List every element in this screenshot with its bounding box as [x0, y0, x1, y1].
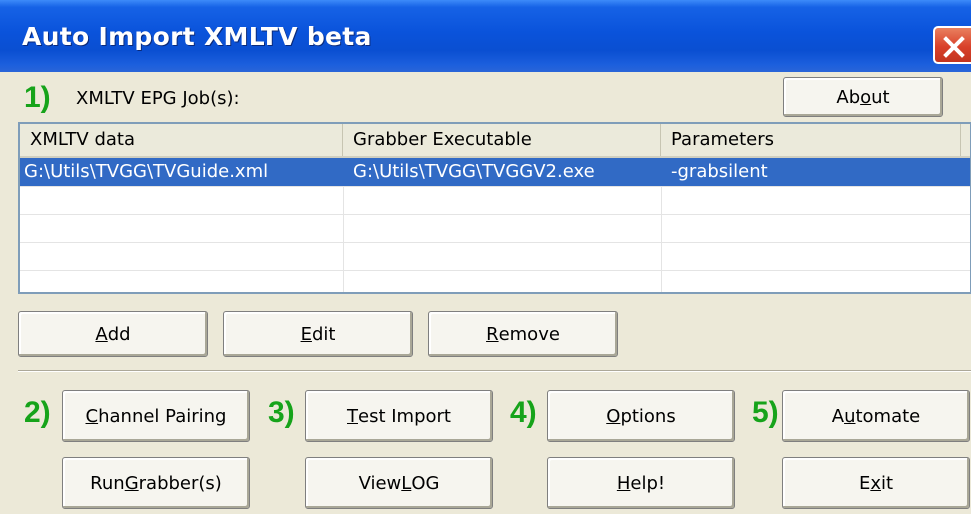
view-log-button[interactable]: View L OG: [305, 457, 493, 509]
table-row[interactable]: G:\Utils\TVGG\TVGuide.xml G:\Utils\TVGG\…: [20, 158, 970, 186]
options-button[interactable]: Options: [547, 390, 735, 442]
cell-xmltv-data: G:\Utils\TVGG\TVGuide.xml: [24, 161, 269, 182]
step-2-number: 2): [24, 396, 51, 429]
column-header-xmltv-data[interactable]: XMLTV data: [20, 124, 343, 156]
about-button[interactable]: Ab o ut: [783, 77, 943, 117]
add-button[interactable]: Add: [18, 311, 208, 357]
exit-button[interactable]: Ex it: [782, 457, 970, 509]
jobs-label: XMLTV EPG Job(s):: [76, 88, 240, 109]
separator: [18, 370, 971, 372]
grid-line: [20, 270, 970, 271]
grid-line: [20, 242, 970, 243]
cell-parameters: -grabsilent: [671, 161, 768, 182]
step-5-number: 5): [752, 396, 779, 429]
jobs-list[interactable]: XMLTV data Grabber Executable Parameters…: [18, 122, 971, 294]
close-icon: [943, 36, 965, 58]
column-header-grabber-executable[interactable]: Grabber Executable: [343, 124, 661, 156]
grid-line: [20, 186, 970, 187]
channel-pairing-button[interactable]: Channel Pairing: [62, 390, 250, 442]
jobs-list-header: XMLTV data Grabber Executable Parameters: [20, 124, 970, 158]
column-header-parameters[interactable]: Parameters: [661, 124, 961, 156]
remove-button[interactable]: Remove: [428, 311, 618, 357]
run-grabbers-button[interactable]: Run Grabber(s): [62, 457, 250, 509]
test-import-button[interactable]: Test Import: [305, 390, 493, 442]
help-button[interactable]: Help!: [547, 457, 735, 509]
step-4-number: 4): [510, 396, 537, 429]
step-1-number: 1): [24, 81, 51, 114]
cell-grabber-executable: G:\Utils\TVGG\TVGGV2.exe: [353, 161, 595, 182]
automate-button[interactable]: Au tomate: [782, 390, 970, 442]
window-title: Auto Import XMLTV beta: [22, 22, 372, 51]
edit-button[interactable]: Edit: [223, 311, 413, 357]
title-bar[interactable]: Auto Import XMLTV beta: [0, 0, 971, 72]
step-3-number: 3): [268, 396, 295, 429]
grid-line: [20, 214, 970, 215]
close-button[interactable]: [933, 26, 971, 64]
